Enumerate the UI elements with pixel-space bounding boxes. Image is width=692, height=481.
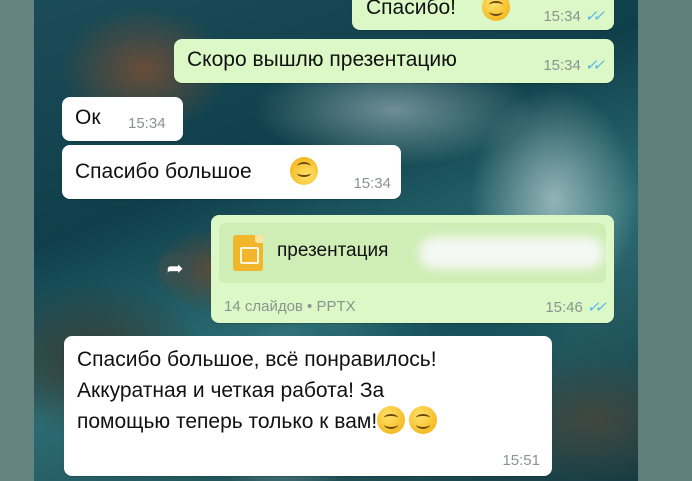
message-meta: 15:46 ✓✓ xyxy=(545,298,607,317)
message-bubble-incoming[interactable]: Спасибо большое 15:34 xyxy=(62,145,401,199)
message-time: 15:34 xyxy=(543,7,581,25)
message-bubble-outgoing[interactable]: Скоро вышлю презентацию 15:34 ✓✓ xyxy=(174,39,614,83)
message-meta: 15:34 xyxy=(353,175,391,192)
message-line: Аккуратная и четкая работа! За xyxy=(77,379,385,402)
message-meta: 15:34 ✓✓ xyxy=(543,56,605,75)
upside-down-smile-emoji-icon xyxy=(290,157,318,185)
document-file-info: 14 слайдов • PPTX xyxy=(224,298,356,315)
slightly-smiling-emoji-icon xyxy=(377,406,406,434)
smile-emoji-icon xyxy=(482,0,510,21)
message-bubble-incoming[interactable]: Спасибо большое, всё понравилось! Аккура… xyxy=(64,336,552,476)
message-text: Спасибо большое xyxy=(75,160,252,183)
message-line: помощью теперь только к вам! xyxy=(77,406,438,437)
slides-file-icon xyxy=(233,235,263,271)
message-text-block: Спасибо большое, всё понравилось! Аккура… xyxy=(77,344,438,437)
message-time: 15:51 xyxy=(502,452,540,469)
message-text: Скоро вышлю презентацию xyxy=(187,48,457,71)
message-text: Спасибо! xyxy=(366,0,456,19)
forward-arrow-icon[interactable]: ➦ xyxy=(158,252,192,286)
message-time: 15:34 xyxy=(353,175,391,192)
redacted-filename-blur xyxy=(419,237,604,269)
message-meta: 15:51 xyxy=(502,452,540,469)
message-bubble-incoming[interactable]: Ок 15:34 xyxy=(62,97,183,141)
double-check-icon: ✓✓ xyxy=(586,299,607,316)
message-time: 15:46 xyxy=(545,298,583,316)
right-edge xyxy=(638,0,692,481)
message-line-text: помощью теперь только к вам! xyxy=(77,410,378,433)
message-meta: 15:34 ✓✓ xyxy=(543,7,605,26)
document-message-bubble[interactable]: презентация 14 слайдов • PPTX 15:46 ✓✓ xyxy=(211,215,614,323)
document-preview[interactable]: презентация xyxy=(219,223,606,283)
message-line: Спасибо большое, всё понравилось! xyxy=(77,348,437,371)
message-time: 15:34 xyxy=(543,56,581,74)
message-time: 15:34 xyxy=(128,115,166,132)
message-meta: 15:34 xyxy=(128,115,166,132)
left-edge xyxy=(0,0,34,481)
double-check-icon: ✓✓ xyxy=(584,8,605,25)
double-check-icon: ✓✓ xyxy=(584,57,605,74)
document-file-name: презентация xyxy=(277,240,389,261)
message-bubble-outgoing[interactable]: Спасибо! 15:34 ✓✓ xyxy=(352,0,614,30)
relieved-emoji-icon xyxy=(409,406,438,434)
message-text: Ок xyxy=(75,106,101,129)
